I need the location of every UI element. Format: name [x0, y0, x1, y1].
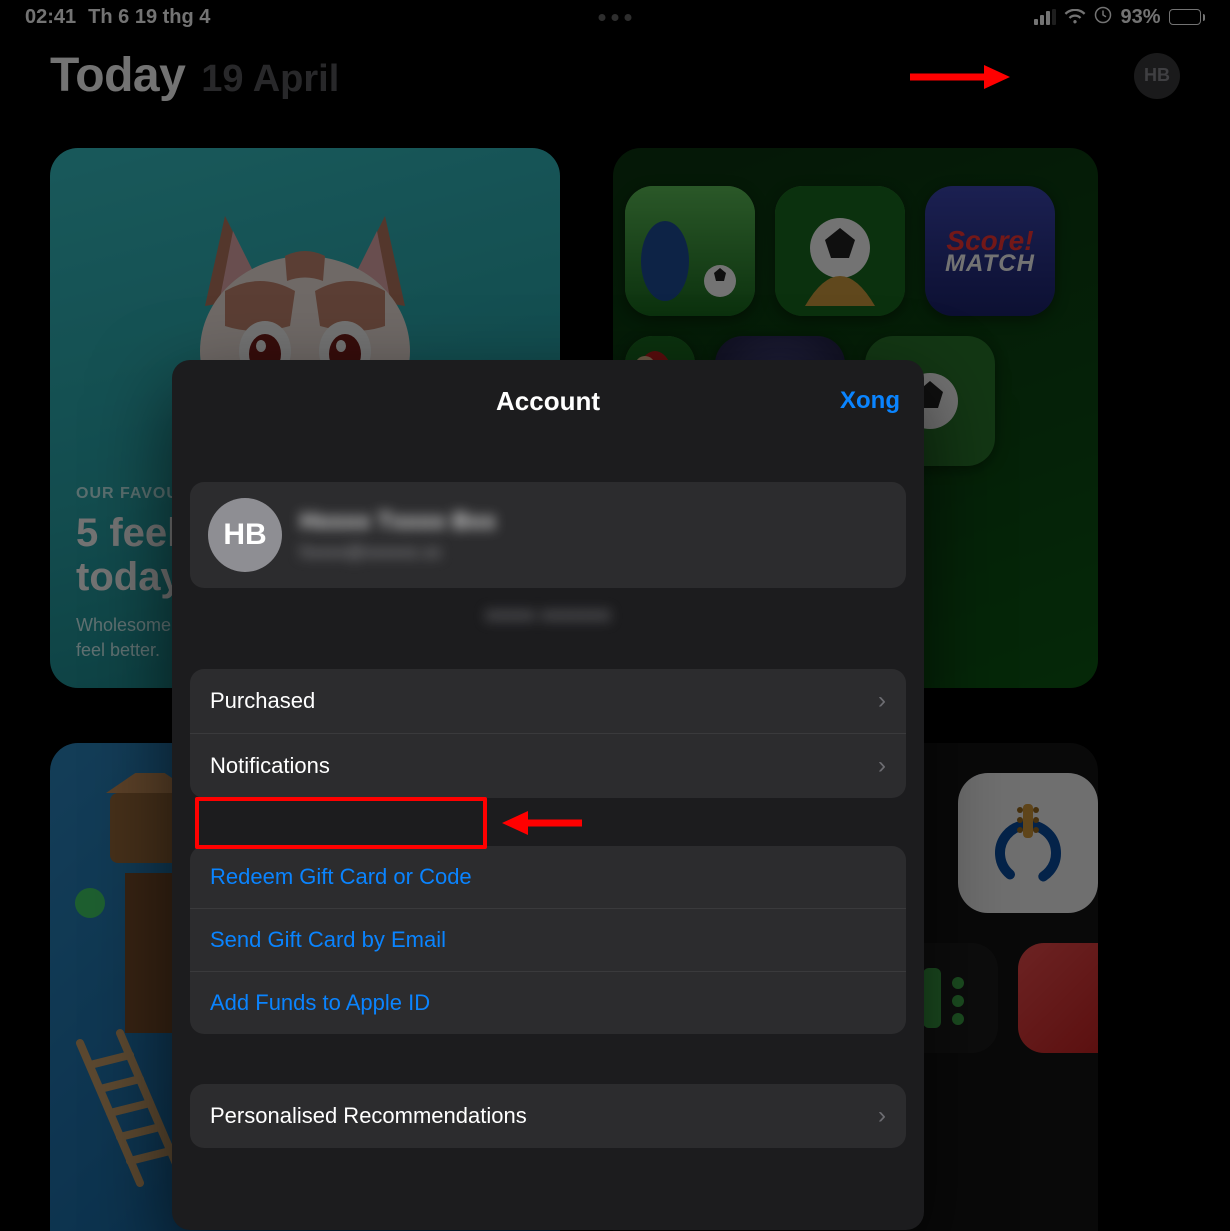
- row-recommendations-label: Personalised Recommendations: [210, 1103, 527, 1129]
- purchases-group: Purchased › Notifications ›: [190, 669, 906, 798]
- row-send-gift-label: Send Gift Card by Email: [210, 927, 446, 953]
- profile-group: HB Hxxxx Txxxx Bxx hxxxx@xxxxxx.xx: [190, 482, 906, 588]
- profile-row[interactable]: HB Hxxxx Txxxx Bxx hxxxx@xxxxxx.xx: [190, 482, 906, 588]
- row-redeem[interactable]: Redeem Gift Card or Code: [190, 846, 906, 908]
- row-redeem-label: Redeem Gift Card or Code: [210, 864, 472, 890]
- row-notifications-label: Notifications: [210, 753, 330, 779]
- row-purchased-label: Purchased: [210, 688, 315, 714]
- chevron-right-icon: ›: [878, 1102, 886, 1130]
- funds-group: Redeem Gift Card or Code Send Gift Card …: [190, 846, 906, 1034]
- row-send-gift[interactable]: Send Gift Card by Email: [190, 908, 906, 971]
- chevron-right-icon: ›: [878, 687, 886, 715]
- account-modal: Account Xong HB Hxxxx Txxxx Bxx hxxxx@xx…: [172, 360, 924, 1230]
- modal-header: Account Xong: [172, 360, 924, 442]
- chevron-right-icon: ›: [878, 752, 886, 780]
- row-purchased[interactable]: Purchased ›: [190, 669, 906, 733]
- row-add-funds[interactable]: Add Funds to Apple ID: [190, 971, 906, 1034]
- profile-name: Hxxxx Txxxx Bxx: [300, 508, 496, 536]
- row-notifications[interactable]: Notifications ›: [190, 733, 906, 798]
- row-add-funds-label: Add Funds to Apple ID: [210, 990, 430, 1016]
- avatar-large: HB: [208, 498, 282, 572]
- profile-email: hxxxx@xxxxxx.xx: [300, 542, 496, 563]
- recommendations-group: Personalised Recommendations ›: [190, 1084, 906, 1148]
- avatar-large-initials: HB: [223, 518, 266, 552]
- modal-done-button[interactable]: Xong: [840, 387, 900, 415]
- row-recommendations[interactable]: Personalised Recommendations ›: [190, 1084, 906, 1148]
- profile-extra-line: xxxxx xxxxxxx: [190, 604, 906, 627]
- modal-title: Account: [496, 386, 600, 417]
